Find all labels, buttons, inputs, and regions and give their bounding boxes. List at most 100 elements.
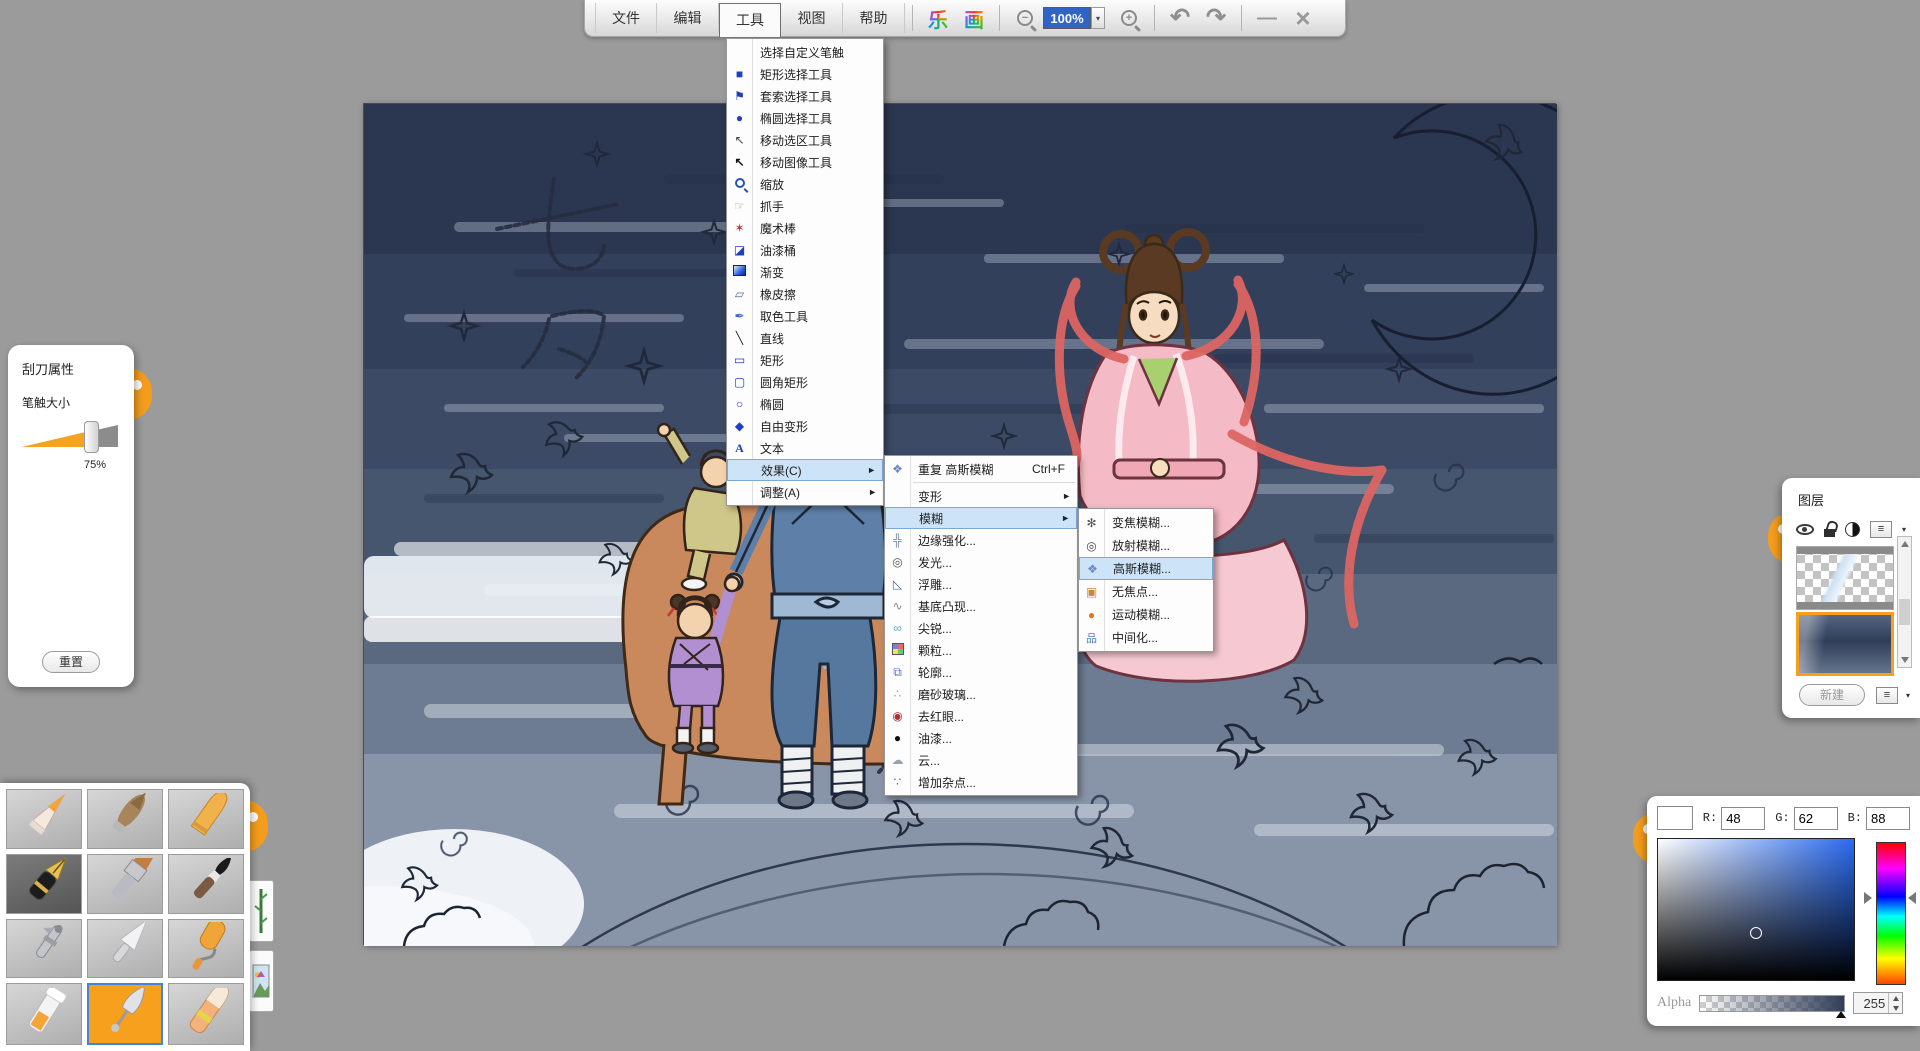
tools-menu-item[interactable]: ◆自由变形	[727, 415, 883, 437]
layer-visibility-icon[interactable]	[1796, 524, 1814, 535]
tools-menu-item[interactable]: ▱橡皮擦	[727, 283, 883, 305]
tools-menu-item[interactable]: ▭矩形	[727, 349, 883, 371]
layer-menu-button[interactable]: ≡	[1870, 521, 1892, 538]
effects-menu-item[interactable]: 变形►	[885, 485, 1077, 507]
r-input[interactable]	[1721, 807, 1765, 830]
alpha-slider[interactable]	[1699, 995, 1845, 1012]
effects-menu-item-blur[interactable]: 模糊►	[885, 507, 1077, 529]
g-input[interactable]	[1794, 807, 1838, 830]
effects-menu-item[interactable]: ∿基底凸现...	[885, 595, 1077, 617]
redo-button[interactable]: ↷	[1198, 4, 1234, 32]
brush-crayon[interactable]	[168, 789, 244, 849]
scroll-up-icon[interactable]	[1901, 541, 1909, 547]
effects-menu-item[interactable]: ●油漆...	[885, 727, 1077, 749]
tools-menu-item[interactable]: ⚑套索选择工具	[727, 85, 883, 107]
undo-button[interactable]: ↶	[1162, 4, 1198, 32]
scroll-down-icon[interactable]	[1901, 657, 1909, 663]
effects-menu-item[interactable]: ☁云...	[885, 749, 1077, 771]
blur-menu-item-gaussian[interactable]: ❖高斯模糊...	[1079, 557, 1213, 580]
hue-marker-left[interactable]	[1864, 892, 1872, 904]
zoom-out-button[interactable]: −	[1007, 4, 1043, 32]
slider-handle[interactable]	[84, 421, 99, 453]
tools-menu-item[interactable]: ✶魔术棒	[727, 217, 883, 239]
saturation-value-picker[interactable]	[1657, 838, 1855, 981]
effects-menu-item[interactable]: ◉去红眼...	[885, 705, 1077, 727]
close-button[interactable]: ×	[1285, 4, 1321, 32]
bamboo-brush-set-button[interactable]	[248, 880, 274, 942]
layer-thumbnail-top[interactable]	[1796, 546, 1894, 610]
alpha-spinner[interactable]: 255	[1853, 992, 1903, 1014]
gallery-icon[interactable]: 画	[956, 4, 992, 32]
brush-paint-roller[interactable]	[168, 919, 244, 979]
tools-menu-item-adjust[interactable]: 调整(A)►	[727, 481, 883, 503]
reset-button[interactable]: 重置	[42, 651, 100, 673]
brush-airbrush[interactable]	[6, 919, 82, 979]
new-layer-button[interactable]: 新建	[1799, 684, 1865, 706]
brush-eraser[interactable]	[168, 983, 244, 1045]
effects-menu-item[interactable]: ╬边缘强化...	[885, 529, 1077, 551]
layer-opacity-icon[interactable]	[1845, 522, 1860, 537]
chevron-down-icon[interactable]: ▾	[1902, 525, 1906, 534]
effects-menu-item[interactable]: ◺浮雕...	[885, 573, 1077, 595]
brush-scraper-selected[interactable]	[87, 983, 163, 1045]
minimize-button[interactable]: —	[1249, 4, 1285, 32]
tools-menu-item[interactable]: ●椭圆选择工具	[727, 107, 883, 129]
menu-view[interactable]: 视图	[781, 3, 843, 33]
tools-menu-item[interactable]: 选择自定义笔触	[727, 41, 883, 63]
brush-taper-brush[interactable]	[87, 789, 163, 849]
brush-paint-jar[interactable]	[6, 983, 82, 1045]
tools-menu-item[interactable]: ✒取色工具	[727, 305, 883, 327]
menu-edit[interactable]: 编辑	[657, 3, 719, 33]
spin-up-icon[interactable]	[1889, 993, 1902, 1003]
brush-paintbrush[interactable]	[87, 854, 163, 914]
tools-menu-item[interactable]: ■矩形选择工具	[727, 63, 883, 85]
blur-menu-item[interactable]: 品中间化...	[1079, 626, 1213, 649]
tools-menu-item[interactable]: A文本	[727, 437, 883, 459]
brush-pencil[interactable]	[6, 789, 82, 849]
hue-marker-right[interactable]	[1908, 892, 1916, 904]
menu-tools[interactable]: 工具	[719, 3, 781, 37]
menu-file[interactable]: 文件	[595, 3, 657, 33]
zoom-level-dropdown[interactable]: ▾	[1091, 7, 1105, 29]
blur-menu-item[interactable]: ◎放射模糊...	[1079, 534, 1213, 557]
layer-lock-icon[interactable]	[1824, 529, 1835, 537]
layer-thumbnail-selected[interactable]	[1796, 612, 1894, 676]
tools-menu-item[interactable]: 缩放	[727, 173, 883, 195]
tools-menu-item[interactable]: ☞抓手	[727, 195, 883, 217]
brush-size-slider[interactable]	[22, 425, 118, 451]
brush-palette-knife[interactable]	[87, 919, 163, 979]
effects-menu-item[interactable]: ∞尖锐...	[885, 617, 1077, 639]
zoom-level-value[interactable]: 100%	[1043, 7, 1091, 29]
tools-menu-item[interactable]: ↖移动图像工具	[727, 151, 883, 173]
scrollbar-thumb[interactable]	[1899, 599, 1910, 625]
color-picker-cursor[interactable]	[1750, 927, 1762, 939]
tools-menu-item[interactable]: ◪油漆桶	[727, 239, 883, 261]
b-input[interactable]	[1866, 807, 1910, 830]
chevron-down-icon[interactable]: ▾	[1906, 691, 1910, 700]
layers-scrollbar[interactable]	[1897, 536, 1912, 668]
tools-menu-item[interactable]: ↖移动选区工具	[727, 129, 883, 151]
picture-brush-set-button[interactable]	[248, 950, 274, 1012]
tools-menu-item[interactable]: ╲直线	[727, 327, 883, 349]
spin-down-icon[interactable]	[1889, 1003, 1902, 1013]
zoom-in-button[interactable]: +	[1111, 4, 1147, 32]
tools-menu-item[interactable]: ▢圆角矩形	[727, 371, 883, 393]
effects-menu-item[interactable]: ∴磨砂玻璃...	[885, 683, 1077, 705]
alpha-slider-marker[interactable]	[1836, 1011, 1846, 1018]
hue-bar[interactable]	[1876, 842, 1906, 985]
blur-menu-item[interactable]: ✻变焦模糊...	[1079, 511, 1213, 534]
app-logo-icon[interactable]: 乐	[920, 4, 956, 32]
blur-menu-item[interactable]: ▣无焦点...	[1079, 580, 1213, 603]
effects-menu-item[interactable]: ∵增加杂点...	[885, 771, 1077, 793]
brush-ink-brush[interactable]	[168, 854, 244, 914]
tools-menu-item[interactable]: 渐变	[727, 261, 883, 283]
effects-menu-item[interactable]: ◎发光...	[885, 551, 1077, 573]
layers-options-button[interactable]: ≡	[1876, 687, 1898, 704]
effects-menu-item[interactable]: ⧉轮廓...	[885, 661, 1077, 683]
tools-menu-item-effects[interactable]: 效果(C)►	[727, 459, 883, 481]
effects-menu-item[interactable]: ❖重复 高斯模糊Ctrl+F	[885, 458, 1077, 480]
blur-menu-item[interactable]: ●运动模糊...	[1079, 603, 1213, 626]
effects-menu-item[interactable]: 颗粒...	[885, 639, 1077, 661]
menu-help[interactable]: 帮助	[843, 3, 905, 33]
tools-menu-item[interactable]: ○椭圆	[727, 393, 883, 415]
